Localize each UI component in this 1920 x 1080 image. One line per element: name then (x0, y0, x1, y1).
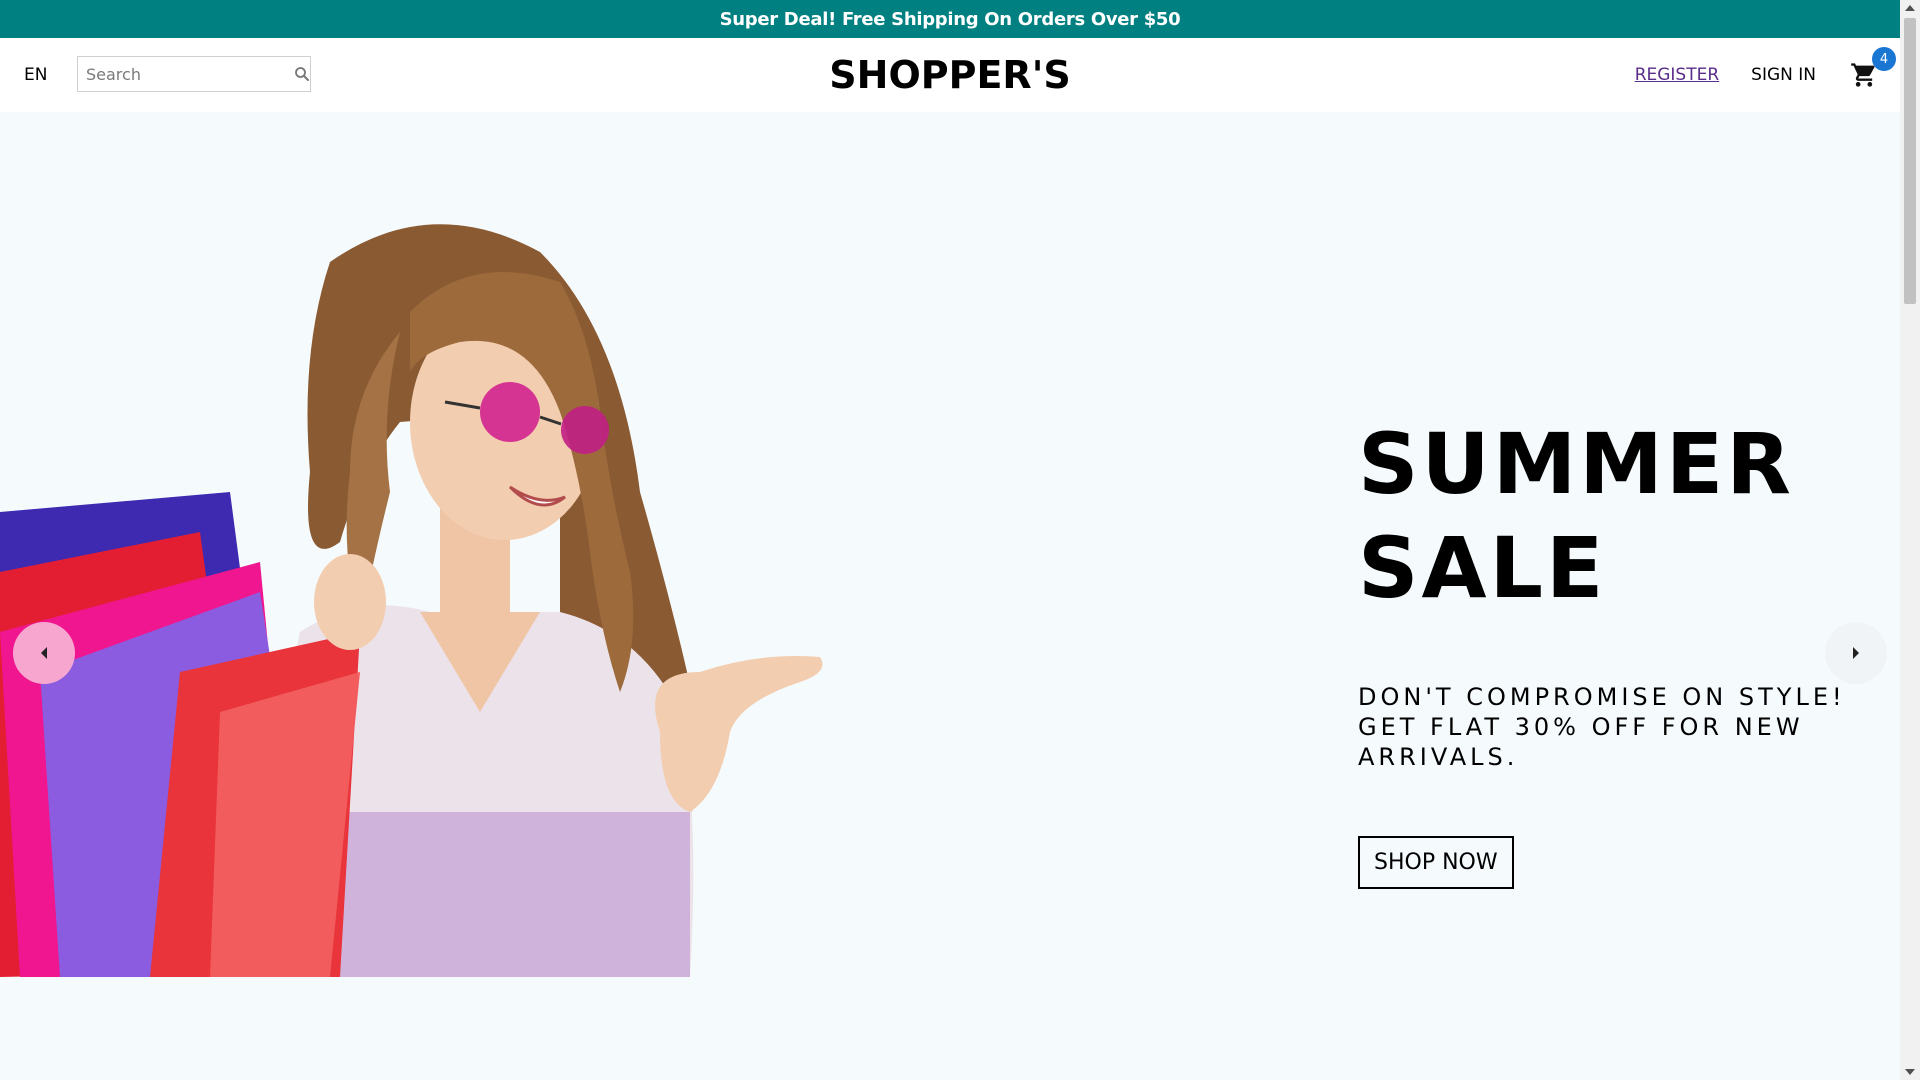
arrow-left-icon (41, 647, 47, 659)
language-selector[interactable]: EN (24, 38, 47, 112)
scrollbar-thumb[interactable] (1904, 18, 1916, 304)
sign-in-link[interactable]: SIGN IN (1751, 65, 1816, 85)
search-icon[interactable] (294, 59, 310, 89)
announcement-bar: Super Deal! Free Shipping On Orders Over… (0, 0, 1900, 38)
cart-button[interactable]: 4 (1848, 47, 1896, 91)
hero-description: DON'T COMPROMISE ON STYLE! GET FLAT 30% … (1358, 683, 1846, 771)
register-link[interactable]: REGISTER (1635, 65, 1719, 85)
hero-title-line2: SALE (1358, 519, 1607, 617)
search-box (77, 56, 311, 92)
scroll-down-icon[interactable] (1900, 1064, 1920, 1080)
nav-actions: REGISTER SIGN IN 4 (1603, 38, 1896, 112)
hero-slider: SUMMER SALE DON'T COMPROMISE ON STYLE! G… (0, 112, 1900, 1080)
shop-now-button[interactable]: SHOP NOW (1358, 836, 1514, 889)
navbar: EN SHOPPER'S REGISTER SIGN IN 4 (0, 38, 1900, 112)
hero-text: SUMMER SALE DON'T COMPROMISE ON STYLE! G… (1358, 412, 1858, 889)
arrow-right-icon (1853, 647, 1859, 659)
hero-title-line1: SUMMER (1358, 415, 1794, 513)
slider-prev-button[interactable] (13, 622, 75, 684)
search-input[interactable] (78, 59, 294, 89)
hero-title: SUMMER SALE (1358, 412, 1858, 620)
scroll-up-icon[interactable] (1900, 0, 1920, 16)
slider-next-button[interactable] (1825, 622, 1887, 684)
scrollbar[interactable] (1900, 0, 1920, 1080)
announcement-text: Super Deal! Free Shipping On Orders Over… (719, 8, 1181, 30)
cart-count-badge: 4 (1872, 47, 1896, 71)
hero-image (0, 112, 840, 977)
